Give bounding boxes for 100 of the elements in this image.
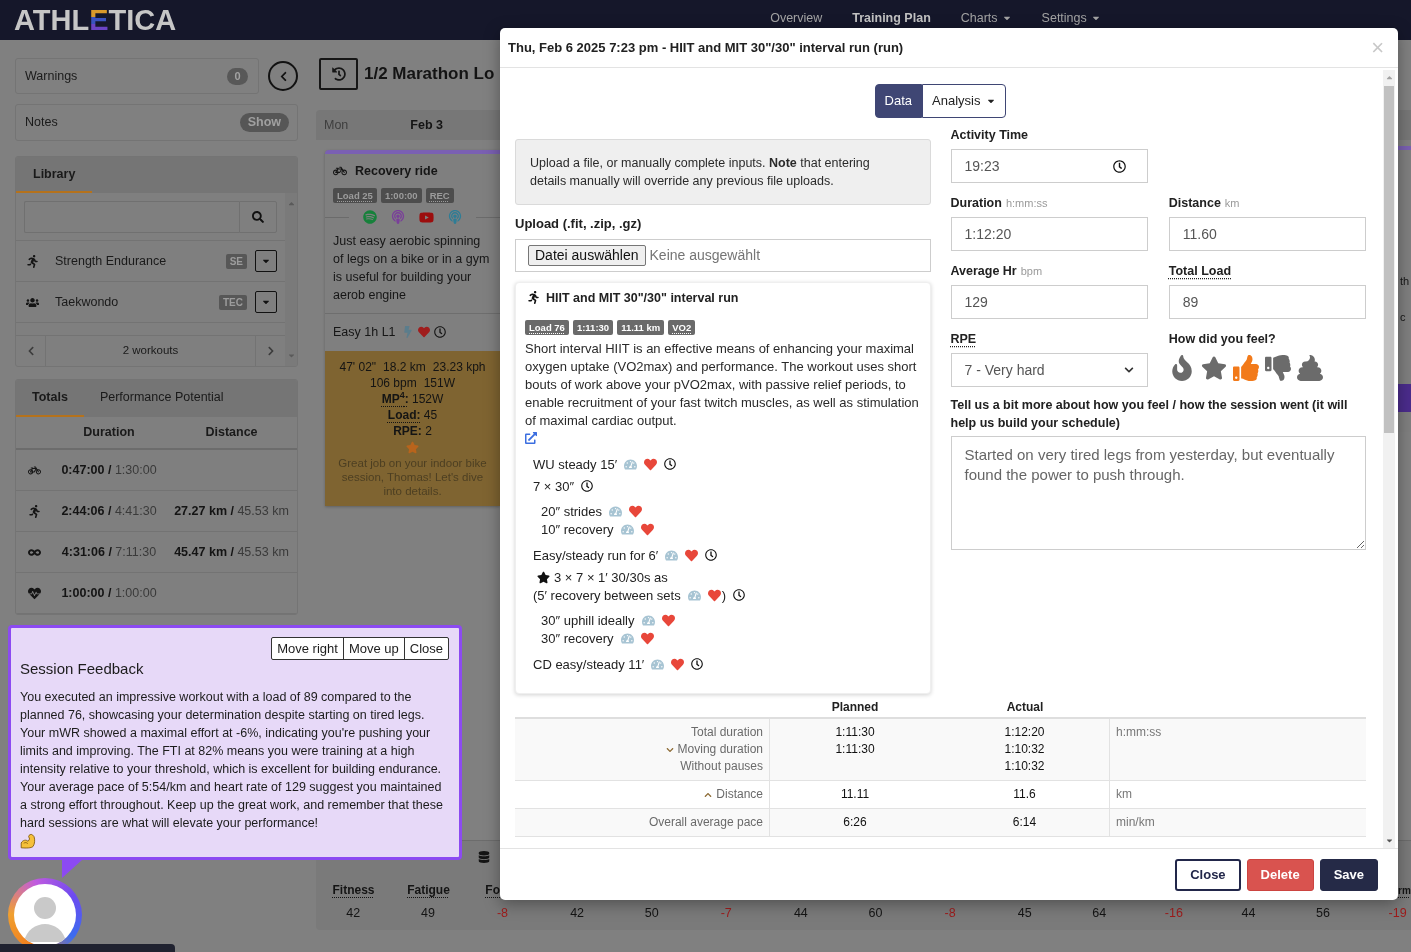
panel-tab[interactable]: Totals (16, 380, 84, 417)
thumbs-down-icon[interactable] (1264, 355, 1291, 381)
star-icon (406, 440, 419, 454)
clock-icon[interactable] (1112, 159, 1126, 173)
field-label: How did you feel? (1168, 332, 1277, 346)
workout-name[interactable]: Taekwondo (55, 292, 119, 312)
stat-value: -19 (1388, 904, 1407, 922)
stat-value: -16 (1164, 904, 1183, 922)
time-input[interactable]: 19:23 (950, 149, 1148, 183)
result-metric: 23.23 kph (432, 358, 486, 375)
stat-label: Fitness (332, 882, 375, 899)
popup-title: Session Feedback (20, 660, 145, 678)
save-button[interactable]: Save (1319, 858, 1378, 891)
plan-title: 1/2 Marathon Lo (364, 63, 495, 86)
thumbs-up-icon[interactable] (1232, 355, 1259, 381)
stat-value: 44 (1241, 904, 1256, 922)
workout-badge: Load 25 (333, 187, 377, 203)
text-input[interactable]: 11.60 (1168, 217, 1366, 251)
chevron-up-icon[interactable] (704, 790, 713, 799)
planned-value: 6:26 (843, 814, 867, 832)
actual-value: 11.6 (1013, 786, 1036, 804)
duration-value: 0:47:00 / 1:30:00 (60, 462, 158, 479)
scrollbar-thumb[interactable] (1384, 86, 1394, 433)
dropdown-button[interactable] (255, 291, 277, 313)
comment-label: Tell us a bit more about how you feel / how the session went (it will help us build your schedule) (950, 397, 1349, 432)
stat-value: 42 (570, 904, 585, 922)
field-label: Duration (950, 196, 1002, 210)
poop-icon[interactable] (1296, 355, 1323, 381)
row-label: Distance (716, 786, 763, 804)
external-link-icon[interactable] (525, 432, 537, 445)
result-metric: 151W (423, 374, 456, 391)
field-label: RPE (950, 332, 977, 346)
stat-value: 49 (420, 904, 435, 922)
back-button[interactable] (268, 61, 298, 91)
stat-label: rm (1398, 883, 1411, 898)
text-input[interactable]: 1:12:20 (950, 217, 1148, 251)
workout-tag: TEC (219, 294, 247, 310)
result-metric: 47' 02" (339, 358, 377, 375)
people-icon (26, 295, 39, 309)
runner-icon (527, 291, 540, 305)
rpe-select[interactable]: 7 - Very hard (950, 353, 1148, 387)
star-icon[interactable] (1200, 355, 1227, 381)
dropdown-button[interactable] (255, 250, 277, 272)
column-header: Distance (204, 424, 259, 442)
stat-value: 45 (1017, 904, 1032, 922)
unit-label: km (1116, 787, 1132, 802)
scrollbar[interactable] (285, 193, 297, 366)
warnings-count: 0 (227, 67, 248, 85)
warnings-label: Warnings (25, 67, 78, 85)
scrollbar[interactable] (1383, 70, 1395, 848)
close-button[interactable]: Close (1175, 858, 1241, 891)
workout-badge: 1:11:30 (572, 320, 614, 336)
popup-button[interactable]: Move up (343, 638, 405, 659)
delete-button[interactable]: Delete (1246, 858, 1314, 891)
workout-count: 2 workouts (121, 343, 180, 359)
view-tab[interactable]: Data (874, 84, 922, 118)
panel-tab[interactable]: Performance Potential (83, 380, 240, 417)
choose-file-button[interactable]: Datei auswählen (528, 244, 646, 266)
planned-value: 11.11 (840, 786, 870, 804)
comment-textarea[interactable]: Started on very tired legs from yesterday, but eventually found the power to push through. (950, 436, 1366, 550)
text-input[interactable]: 89 (1168, 285, 1366, 319)
field-label: Total Load (1168, 264, 1231, 278)
actual-value: 1:12:20 (1004, 724, 1045, 742)
workout-badge: REC (425, 187, 454, 203)
step-text: CD easy/steady 11′ (533, 655, 645, 674)
chevron-down-icon[interactable] (665, 745, 674, 754)
view-tab[interactable]: Analysis (922, 84, 1007, 118)
step-text: 10″ recovery (541, 520, 614, 539)
text-input[interactable]: 129 (950, 285, 1148, 319)
workout-card[interactable] (325, 150, 500, 506)
unit-label: bpm (1020, 265, 1043, 277)
workout-title: HIIT and MIT 30"/30" interval run (546, 289, 739, 307)
runner-icon (27, 504, 41, 518)
caret-down-icon (286, 351, 296, 360)
field-label: Average Hr (950, 264, 1017, 278)
file-input[interactable]: Datei auswählen Keine ausgewählt (515, 238, 931, 272)
popup-button[interactable]: Close (404, 638, 448, 659)
popup-message: You executed an impressive workout with a load of 89 compared to the planned 76, showcasing your determination despite starting on tired legs. Your mWR showed a maximal effort at -6%, indicating you're pushing your limits and improving. The FTI at 82% means you were training at a high intensity relative to your threshold, which is excellent for building endurance. Your average pace of 5:54/km and heart rate of 129 suggest you maintained a strong effort throughout. Keep up the great work, and remember that these hard sessions are what will elevate your performance! (20, 689, 444, 832)
nav-link[interactable]: Training Plan (852, 8, 931, 28)
column-header: Actual (1005, 699, 1045, 717)
step-text: ) (721, 586, 726, 605)
step-text: Easy/steady run for 6′ (533, 546, 659, 565)
nav-link[interactable]: Settings (1041, 8, 1101, 28)
workout-badge: Load 76 (525, 320, 569, 336)
nav-link[interactable]: Charts (960, 8, 1012, 28)
column-header: Duration (82, 424, 136, 442)
date-label: Feb 3 (410, 116, 443, 134)
workout-name[interactable]: Strength Endurance (55, 251, 167, 271)
step-text: 30″ recovery (541, 629, 614, 648)
planned-value: 1:11:30 (835, 724, 875, 742)
nav-link[interactable]: Overview (770, 8, 823, 28)
row-label: Overall average pace (648, 814, 763, 832)
brand-logo[interactable]: ATHLETICA (14, 5, 177, 35)
stat-value: 50 (644, 904, 659, 922)
stat-label: Fatigue (407, 882, 450, 899)
history-button[interactable] (319, 58, 358, 90)
popup-button[interactable]: Move right (272, 638, 344, 659)
chevron-right-icon (265, 346, 276, 356)
search-button[interactable] (239, 201, 277, 233)
step-text: (5′ recovery between sets (533, 586, 681, 605)
